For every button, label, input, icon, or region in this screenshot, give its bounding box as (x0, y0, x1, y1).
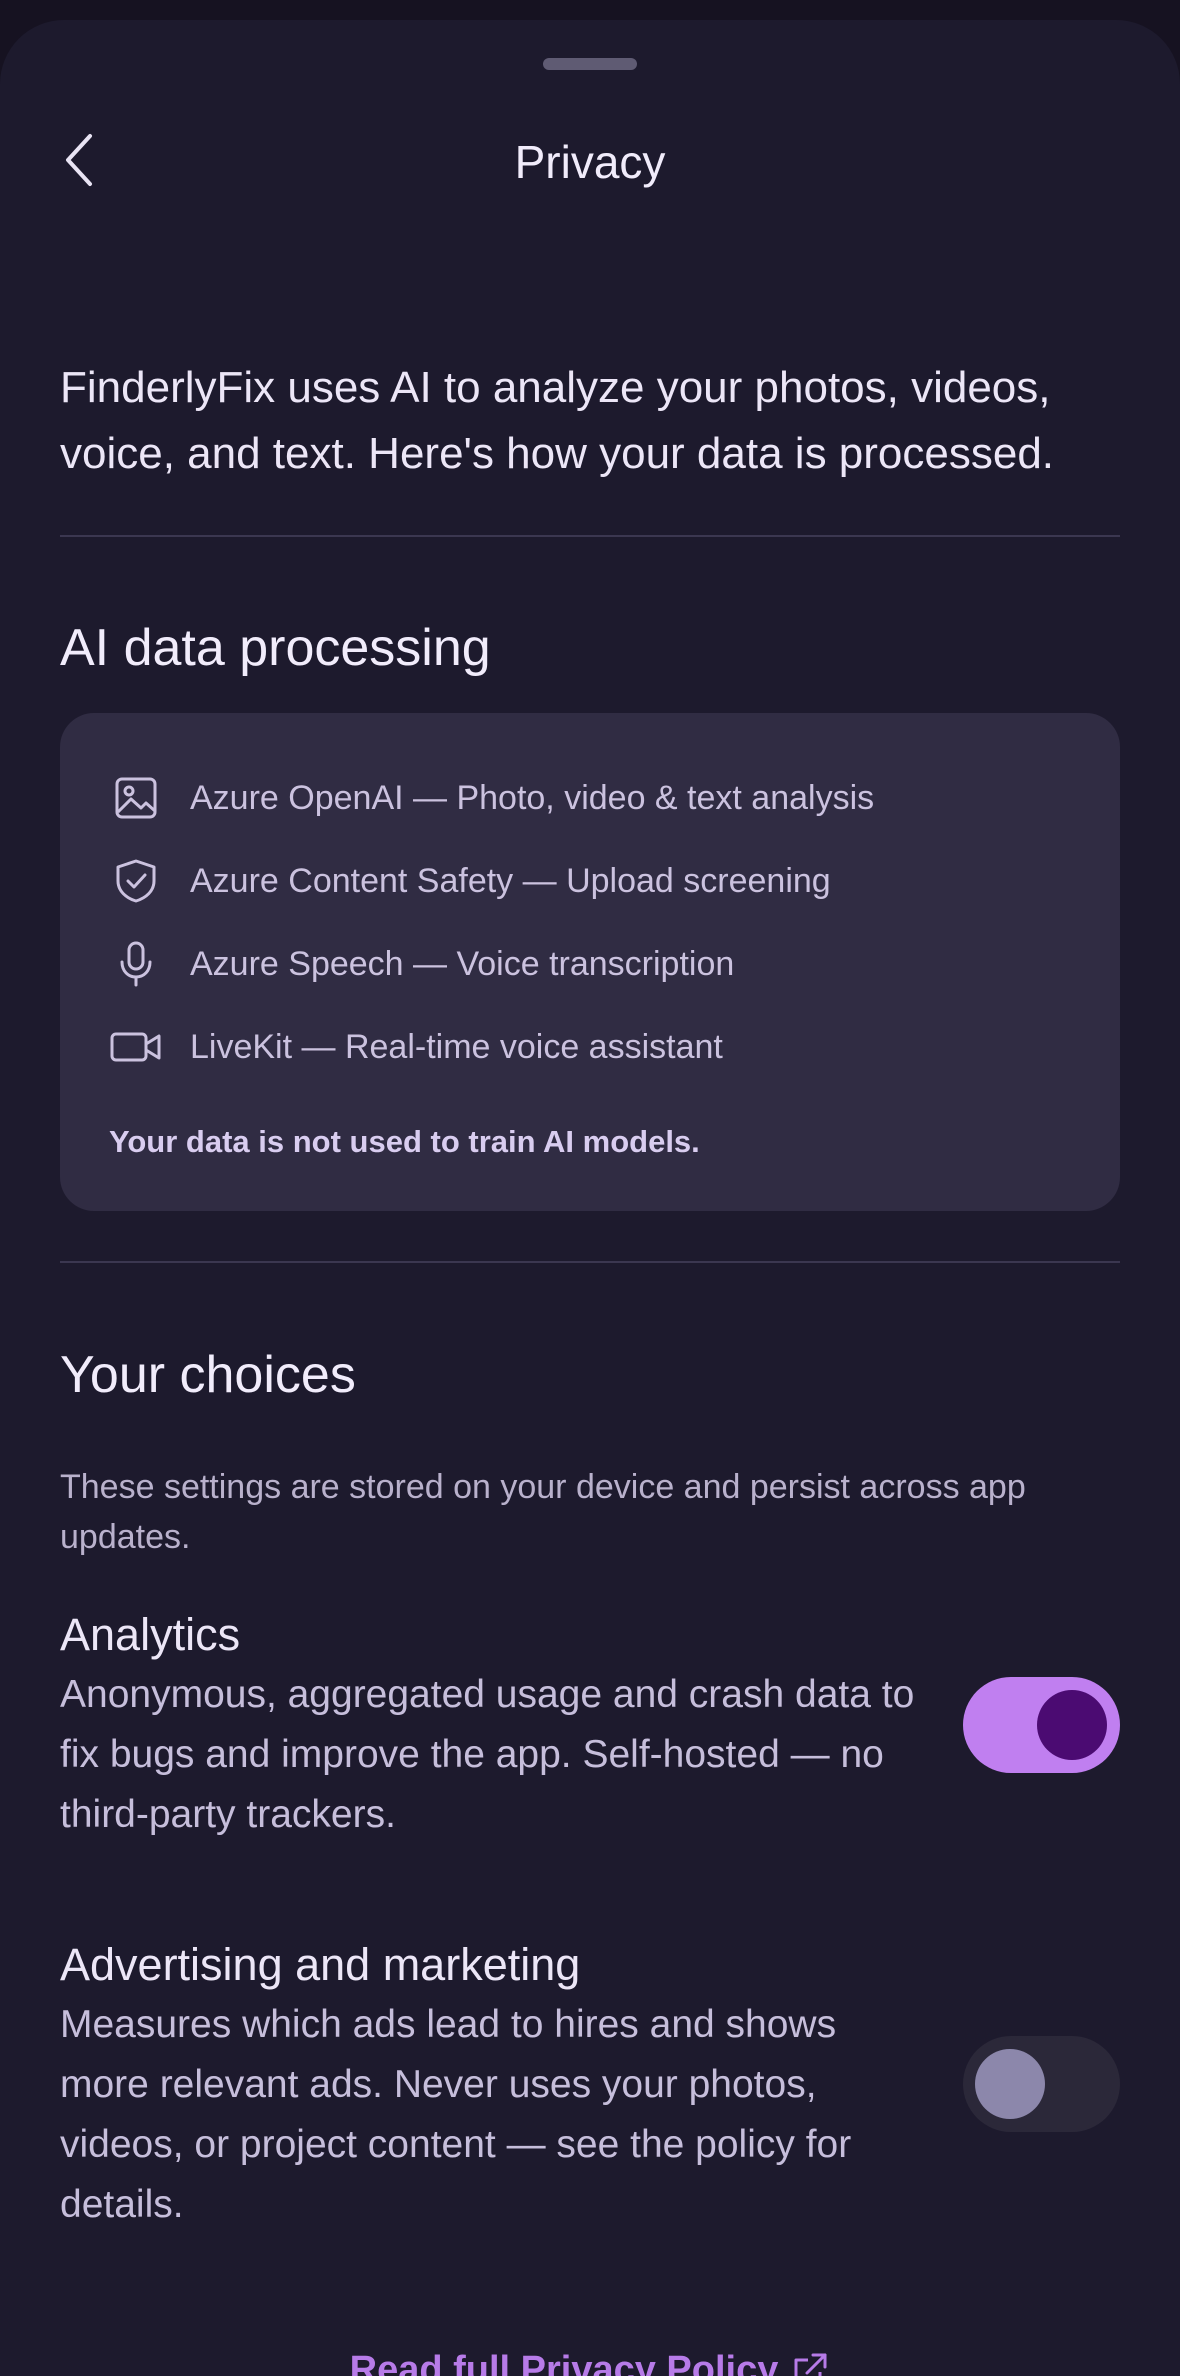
divider (60, 1261, 1120, 1263)
service-item: Azure Content Safety — Upload screening (110, 851, 831, 911)
service-label: LiveKit — Real-time voice assistant (190, 1028, 723, 1066)
service-item: LiveKit — Real-time voice assistant (110, 1017, 723, 1077)
privacy-sheet: Privacy FinderlyFix uses AI to analyze y… (0, 20, 1180, 2376)
privacy-policy-link-label: Read full Privacy Policy (349, 2349, 779, 2376)
external-link-icon (794, 2353, 827, 2376)
privacy-policy-link[interactable]: Read full Privacy Policy (0, 2342, 1180, 2376)
ai-processing-title: AI data processing (60, 619, 491, 677)
microphone-icon (110, 938, 162, 990)
intro-text: FinderlyFix uses AI to analyze your phot… (60, 363, 1055, 478)
service-label: Azure Content Safety — Upload screening (190, 862, 831, 900)
toggle-knob (975, 2049, 1045, 2119)
service-label: Azure Speech — Voice transcription (190, 945, 735, 983)
service-label: Azure OpenAI — Photo, video & text analy… (190, 779, 875, 817)
toggle-knob (1037, 1690, 1107, 1760)
choices-subtitle: These settings are stored on your device… (60, 1468, 1026, 1556)
advertising-toggle[interactable] (963, 2036, 1120, 2132)
image-icon (110, 772, 162, 824)
ai-services-card: Azure OpenAI — Photo, video & text analy… (60, 713, 1120, 1211)
advertising-description: Measures which ads lead to hires and sho… (60, 2003, 852, 2226)
video-camera-icon (110, 1021, 162, 1073)
analytics-description: Anonymous, aggregated usage and crash da… (60, 1673, 915, 1836)
analytics-title: Analytics (60, 1609, 241, 1660)
page-title: Privacy (514, 136, 666, 188)
analytics-toggle[interactable] (963, 1677, 1120, 1773)
shield-check-icon (110, 855, 162, 907)
service-item: Azure Speech — Voice transcription (110, 934, 734, 994)
choices-title: Your choices (60, 1346, 356, 1404)
sheet-grabber[interactable] (543, 58, 637, 70)
divider (60, 535, 1120, 537)
advertising-title: Advertising and marketing (60, 1939, 581, 1990)
service-item: Azure OpenAI — Photo, video & text analy… (110, 768, 874, 828)
training-note: Your data is not used to train AI models… (109, 1124, 700, 1159)
